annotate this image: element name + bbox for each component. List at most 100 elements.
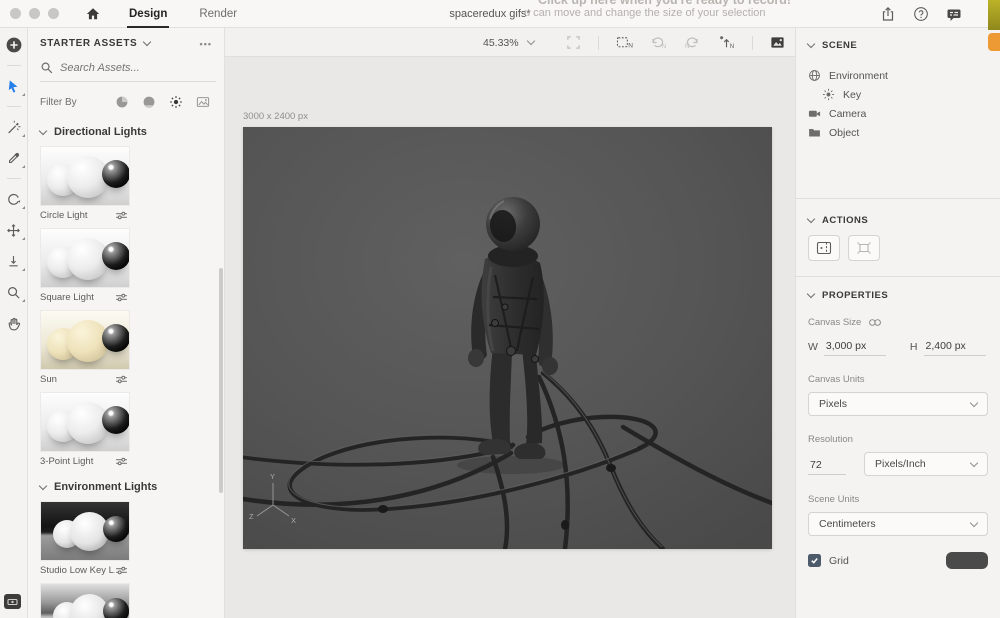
svg-text:N: N xyxy=(662,43,666,50)
canvas-units-select[interactable]: Pixels xyxy=(808,392,988,416)
width-label: W xyxy=(808,341,818,353)
materials-filter-icon[interactable] xyxy=(142,95,156,109)
canvas-height-input[interactable] xyxy=(924,338,986,356)
asset-card-square-light[interactable]: Square Light xyxy=(40,228,130,303)
tool-orbit[interactable] xyxy=(3,188,25,210)
marquee-icon[interactable] xyxy=(566,35,581,50)
assets-scrollbar[interactable] xyxy=(219,268,223,493)
link-icon[interactable] xyxy=(868,318,882,327)
key-light-icon xyxy=(822,88,835,101)
tool-rail xyxy=(0,28,28,618)
svg-text:N: N xyxy=(685,43,689,50)
share-icon[interactable] xyxy=(880,6,896,22)
scene-header[interactable]: SCENE xyxy=(808,40,988,51)
zoom-level-dropdown[interactable]: 45.33% xyxy=(483,28,534,57)
height-label: H xyxy=(910,341,918,353)
sliders-icon[interactable] xyxy=(115,566,128,575)
scene-units-label: Scene Units xyxy=(808,494,988,505)
tab-design[interactable]: Design xyxy=(127,0,169,28)
canvas-size-label: 3000 x 2400 px xyxy=(243,111,308,122)
overflow-menu-icon[interactable]: ••• xyxy=(200,39,212,49)
asset-card-studio-low-key-l[interactable]: Studio Low Key L... xyxy=(40,501,130,576)
sliders-icon[interactable] xyxy=(115,211,128,220)
camera-undo-icon[interactable]: N xyxy=(650,35,667,50)
canvas-action-button[interactable] xyxy=(808,235,840,261)
window-close-button[interactable] xyxy=(10,8,21,19)
window-zoom-button[interactable] xyxy=(48,8,59,19)
properties-header[interactable]: PROPERTIES xyxy=(808,290,988,301)
tool-sampler[interactable] xyxy=(3,147,25,169)
asset-grid: Circle Light Square Light xyxy=(40,146,216,467)
camera-icon xyxy=(808,107,821,120)
3d-canvas[interactable]: Y Z X xyxy=(243,127,772,549)
canvas-width-input[interactable] xyxy=(824,338,886,356)
chevron-down-icon xyxy=(807,40,815,48)
globe-icon xyxy=(808,69,821,82)
chevron-down-icon xyxy=(526,37,534,45)
asset-card-sun[interactable]: Sun xyxy=(40,310,130,385)
actions-header[interactable]: ACTIONS xyxy=(808,215,988,226)
chevron-down-icon xyxy=(39,481,47,489)
tool-magic-wand[interactable] xyxy=(3,116,25,138)
asset-label: 3-Point Light xyxy=(40,456,115,467)
models-filter-icon[interactable] xyxy=(115,95,129,109)
lights-filter-icon[interactable] xyxy=(169,95,183,109)
scene-item-camera[interactable]: Camera xyxy=(808,104,988,123)
tool-pan[interactable] xyxy=(3,219,25,241)
tool-select[interactable] xyxy=(3,75,25,97)
svg-text:N: N xyxy=(730,43,734,50)
axis-y-label: Y xyxy=(270,472,275,481)
tool-add-content[interactable] xyxy=(3,34,25,56)
window-minimize-button[interactable] xyxy=(29,8,40,19)
sliders-icon[interactable] xyxy=(115,293,128,302)
fit-action-button[interactable] xyxy=(848,235,880,261)
recorder-edge-orange[interactable] xyxy=(988,33,1000,51)
tab-render[interactable]: Render xyxy=(197,0,239,28)
tool-hand[interactable] xyxy=(3,312,25,334)
render-preview-icon[interactable] xyxy=(770,35,785,50)
scene-item-object[interactable]: Object xyxy=(808,123,988,142)
resolution-units-select[interactable]: Pixels/Inch xyxy=(864,452,988,476)
toolbar-divider xyxy=(752,36,753,50)
axis-x-label: X xyxy=(291,516,296,525)
images-filter-icon[interactable] xyxy=(196,95,210,109)
tool-zoom[interactable] xyxy=(3,281,25,303)
tool-list xyxy=(3,34,25,343)
canvas-toolbar-icons: NNNN xyxy=(566,28,785,57)
chevron-down-icon xyxy=(970,458,978,466)
chevron-down-icon xyxy=(970,398,978,406)
screen-capture-icon[interactable] xyxy=(4,594,21,609)
asset-card-3-point-light[interactable]: 3-Point Light xyxy=(40,392,130,467)
resolution-input[interactable] xyxy=(808,457,846,475)
help-icon[interactable] xyxy=(913,6,929,22)
asset-search[interactable] xyxy=(40,61,216,82)
scene-units-select[interactable]: Centimeters xyxy=(808,512,988,536)
camera-add-icon[interactable]: N xyxy=(718,35,735,50)
folder-icon xyxy=(808,126,821,139)
camera-redo-icon[interactable]: N xyxy=(684,35,701,50)
toolbar-divider xyxy=(7,178,21,179)
section-header-directional-lights[interactable]: Directional Lights xyxy=(40,126,216,138)
asset-thumbnail xyxy=(40,228,130,288)
asset-label: Sun xyxy=(40,374,115,385)
chevron-down-icon xyxy=(143,38,151,46)
camera-bookmark-icon[interactable]: N xyxy=(616,35,633,50)
scene-item-environment[interactable]: Environment xyxy=(808,66,988,85)
grid-color-swatch[interactable] xyxy=(946,552,988,569)
section-header-environment-lights[interactable]: Environment Lights xyxy=(40,481,216,493)
home-icon[interactable] xyxy=(85,6,103,22)
window-controls[interactable] xyxy=(10,8,59,19)
asset-card-circle-light[interactable]: Circle Light xyxy=(40,146,130,221)
asset-sections: Directional Lights Circle Light xyxy=(40,126,216,618)
asset-card-studio-panels-light[interactable]: Studio Panels Light xyxy=(40,583,130,618)
sliders-icon[interactable] xyxy=(115,375,128,384)
scene-item-key[interactable]: Key xyxy=(808,85,988,104)
filter-bar: Filter By xyxy=(40,92,216,112)
tool-dolly[interactable] xyxy=(3,250,25,272)
assets-panel-header[interactable]: STARTER ASSETS ••• xyxy=(40,38,216,49)
feedback-icon[interactable] xyxy=(946,6,962,22)
sliders-icon[interactable] xyxy=(115,457,128,466)
toolbar-divider xyxy=(7,65,21,66)
search-input[interactable] xyxy=(60,62,200,74)
grid-checkbox[interactable] xyxy=(808,554,821,567)
